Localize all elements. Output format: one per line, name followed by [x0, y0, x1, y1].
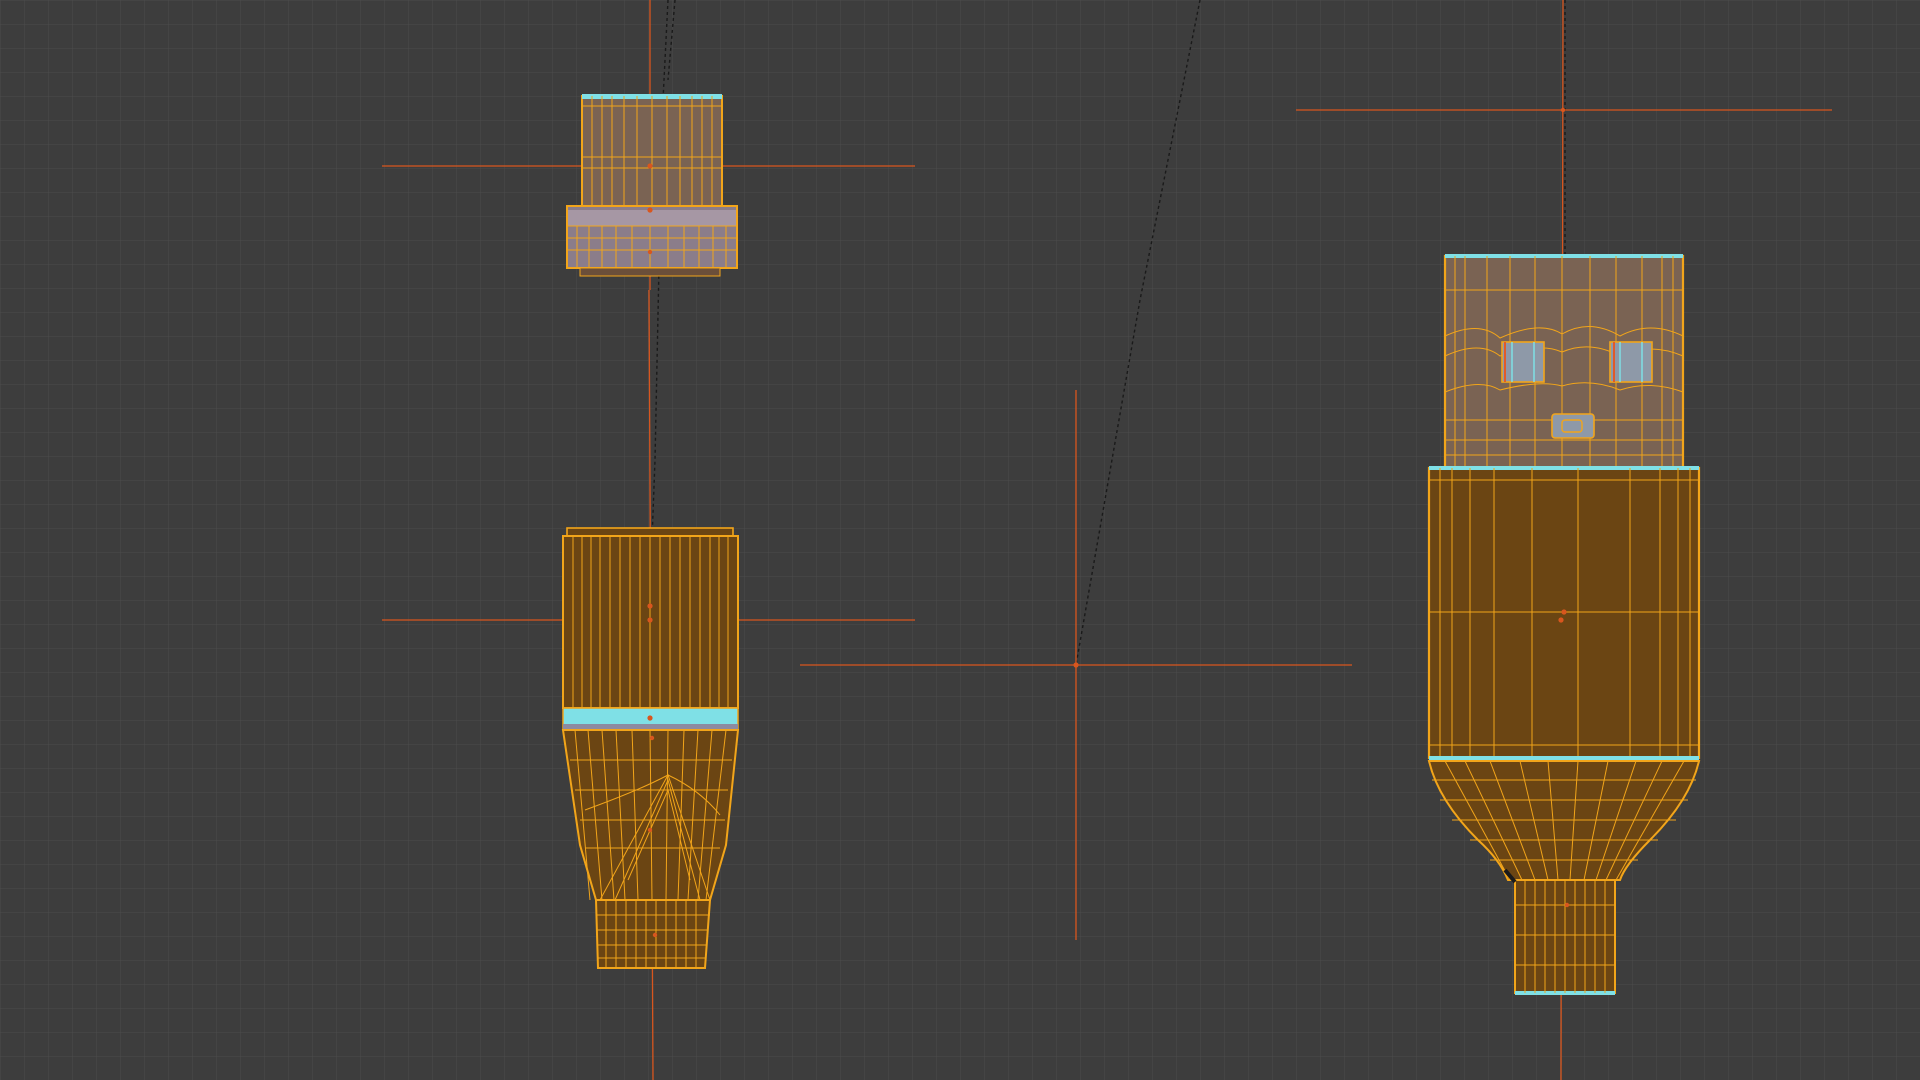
viewport-canvas[interactable] [0, 0, 1920, 1080]
connector-cap-mesh[interactable] [566, 94, 738, 277]
usb-slot [1551, 413, 1595, 439]
usb-axis-origin-dot [1560, 107, 1566, 113]
usb-window-right [1609, 341, 1653, 383]
3d-viewport[interactable] [0, 0, 1920, 1080]
usb-window-left [1501, 341, 1545, 383]
empty-origin-dot [1073, 662, 1079, 668]
